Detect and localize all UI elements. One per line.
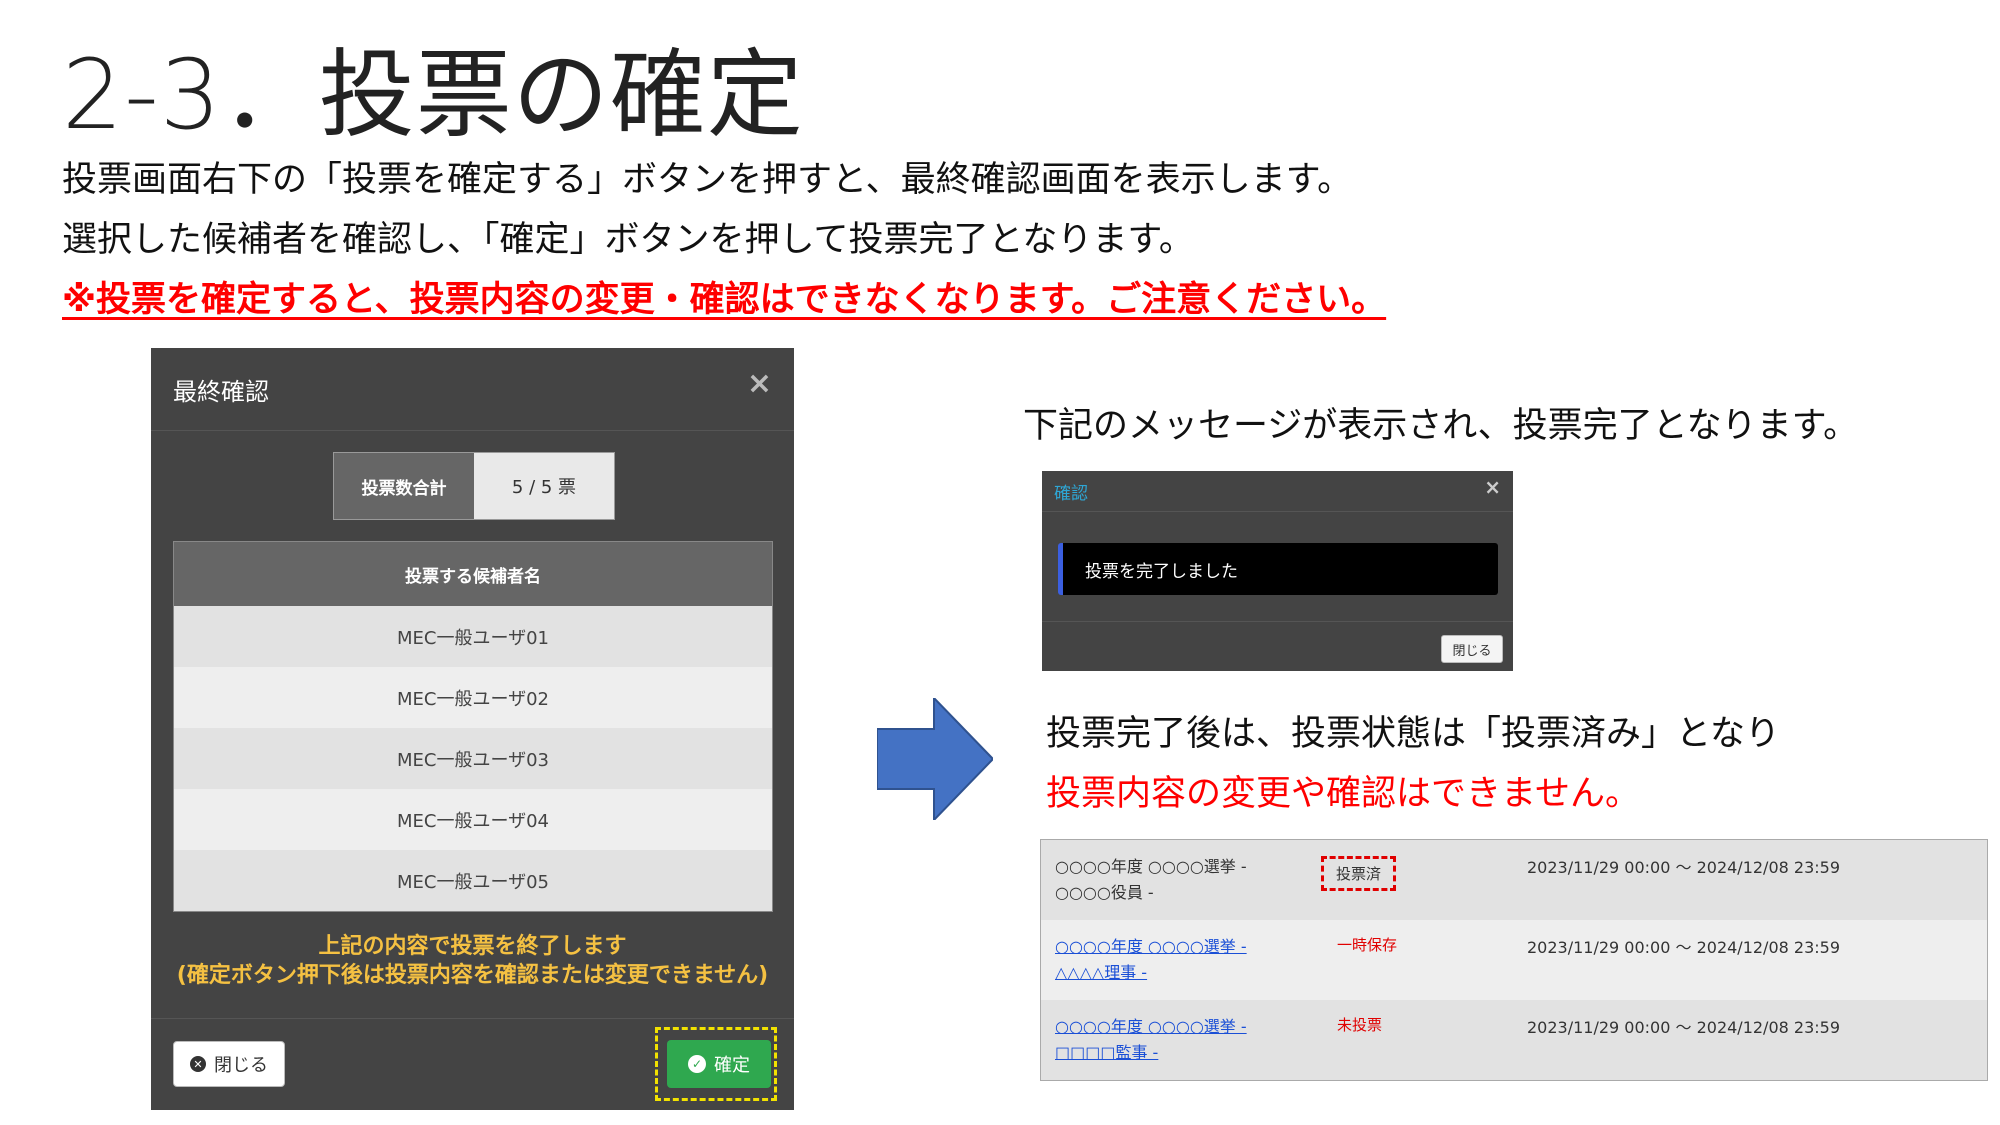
status-badge: 未投票 xyxy=(1337,1016,1383,1034)
table-row: ○○○○年度 ○○○○選挙 - □□□□監事 - 未投票 2023/11/29 … xyxy=(1041,1000,1987,1080)
candidate-row: MEC一般ユーザ04 xyxy=(174,789,772,850)
election-name: ○○○○年度 ○○○○選挙 - ○○○○役員 - xyxy=(1055,857,1247,902)
check-circle-icon: ✓ xyxy=(688,1055,706,1073)
modal-header: 最終確認 × xyxy=(151,348,794,431)
election-status-table: ○○○○年度 ○○○○選挙 - ○○○○役員 - 投票済 2023/11/29 … xyxy=(1040,839,1988,1081)
confirm-button[interactable]: ✓ 確定 xyxy=(667,1040,771,1088)
description-line-1: 投票画面右下の「投票を確定する」ボタンを押すと、最終確認画面を表示します。 xyxy=(62,160,1353,200)
dialog-message: 投票を完了しました xyxy=(1085,562,1238,582)
status-description-text: 投票完了後は、投票状態は「投票済み」となり xyxy=(1046,714,1780,754)
message-line-1: 上記の内容で投票を終了します xyxy=(318,934,627,959)
candidate-table: 投票する候補者名 MEC一般ユーザ01 MEC一般ユーザ02 MEC一般ユーザ0… xyxy=(173,541,773,912)
status-badge: 一時保存 xyxy=(1337,936,1398,954)
candidate-table-header: 投票する候補者名 xyxy=(174,542,772,606)
final-confirm-modal: 最終確認 × 投票数合計 5 / 5 票 投票する候補者名 MEC一般ユーザ01… xyxy=(151,348,794,1110)
page-title: 2-3．投票の確定 xyxy=(62,39,804,151)
description-line-2: 選択した候補者を確認し、「確定」ボタンを押して投票完了となります。 xyxy=(62,220,1194,260)
table-row: ○○○○年度 ○○○○選挙 - △△△△理事 - 一時保存 2023/11/29… xyxy=(1041,920,1987,1000)
modal-footer: ✕ 閉じる ✓ 確定 xyxy=(151,1018,794,1111)
vote-count-label: 投票数合計 xyxy=(334,453,474,519)
election-link[interactable]: ○○○○年度 ○○○○選挙 - △△△△理事 - xyxy=(1055,934,1275,986)
completion-message-text: 下記のメッセージが表示され、投票完了となります。 xyxy=(1023,406,1859,446)
dialog-footer: 閉じる xyxy=(1042,621,1513,672)
right-arrow-icon xyxy=(877,698,993,820)
election-link[interactable]: ○○○○年度 ○○○○選挙 - □□□□監事 - xyxy=(1055,1014,1275,1066)
warning-text: ※投票を確定すると、投票内容の変更・確認はできなくなります。ご注意ください。 xyxy=(62,280,1387,320)
close-button-label: 閉じる xyxy=(214,1055,268,1076)
vote-count-summary: 投票数合計 5 / 5 票 xyxy=(333,452,615,520)
election-period: 2023/11/29 00:00 ～ 2024/12/08 23:59 xyxy=(1527,858,1841,877)
candidate-row: MEC一般ユーザ05 xyxy=(174,850,772,911)
dialog-title: 確認 xyxy=(1054,484,1088,504)
status-badge: 投票済 xyxy=(1321,856,1397,891)
election-period: 2023/11/29 00:00 ～ 2024/12/08 23:59 xyxy=(1527,938,1841,957)
confirm-button-label: 確定 xyxy=(714,1055,750,1076)
candidate-row: MEC一般ユーザ01 xyxy=(174,606,772,667)
close-button[interactable]: ✕ 閉じる xyxy=(173,1041,285,1087)
final-confirm-message: 上記の内容で投票を終了します (確定ボタン押下後は投票内容を確認または変更できま… xyxy=(151,932,794,990)
status-warning-text: 投票内容の変更や確認はできません。 xyxy=(1046,774,1640,814)
dialog-message-box: 投票を完了しました xyxy=(1058,543,1498,595)
dialog-close-button[interactable]: 閉じる xyxy=(1441,635,1503,663)
candidate-row: MEC一般ユーザ03 xyxy=(174,728,772,789)
vote-count-value: 5 / 5 票 xyxy=(474,453,614,519)
election-period: 2023/11/29 00:00 ～ 2024/12/08 23:59 xyxy=(1527,1018,1841,1037)
close-icon[interactable]: × xyxy=(1484,475,1501,499)
candidate-row: MEC一般ユーザ02 xyxy=(174,667,772,728)
modal-title: 最終確認 xyxy=(173,378,269,406)
close-icon[interactable]: × xyxy=(747,366,772,401)
circle-x-icon: ✕ xyxy=(190,1056,206,1072)
dialog-header: 確認 × xyxy=(1042,471,1513,512)
complete-dialog: 確認 × 投票を完了しました 閉じる xyxy=(1042,471,1513,671)
table-row: ○○○○年度 ○○○○選挙 - ○○○○役員 - 投票済 2023/11/29 … xyxy=(1041,840,1987,920)
message-line-2: (確定ボタン押下後は投票内容を確認または変更できません) xyxy=(176,963,769,988)
